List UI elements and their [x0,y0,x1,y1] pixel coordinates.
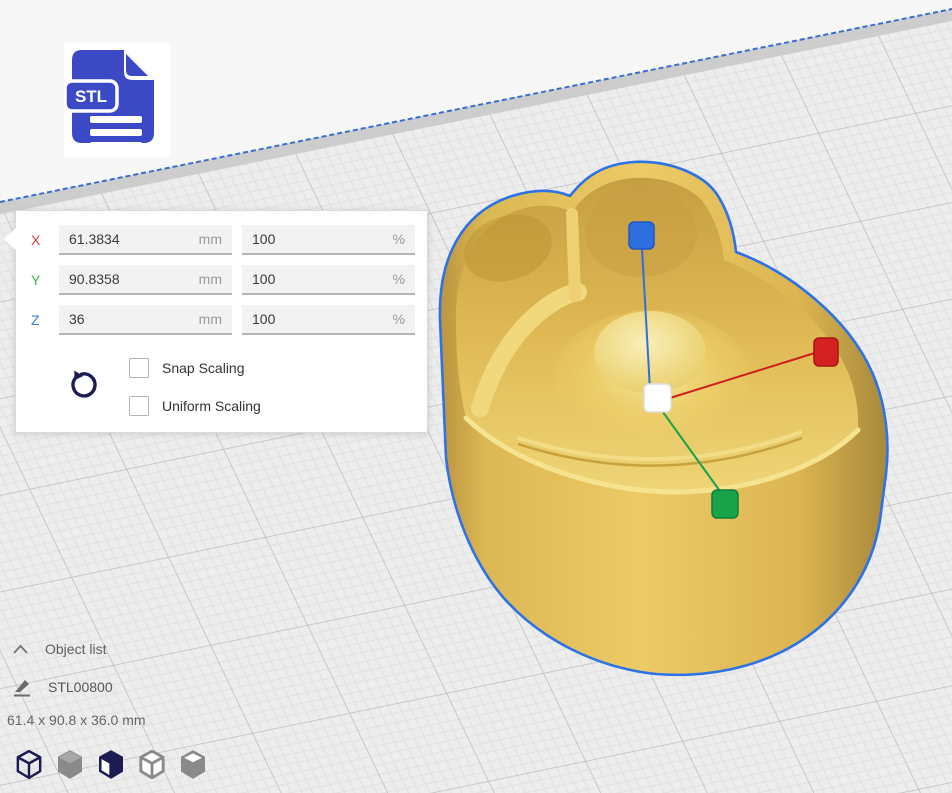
reset-scale-button[interactable] [66,369,98,403]
view-right-button[interactable] [138,750,166,779]
y-size-unit: mm [199,271,222,287]
edit-pencil-icon [12,676,32,698]
y-size-input[interactable]: 90.8358 mm [59,265,232,295]
z-percent-value: 100 [252,311,275,327]
scale-handle-x-icon[interactable] [814,338,838,366]
scale-row-z: Z 36 mm 100 % [31,305,415,335]
view-top-button[interactable] [179,750,207,779]
lobe-divider-wall [572,214,575,296]
scale-handle-y-icon[interactable] [712,490,738,518]
scale-handle-z-icon[interactable] [629,222,654,249]
checkbox-box[interactable] [129,396,149,416]
uniform-scaling-label: Uniform Scaling [162,398,261,414]
z-percent-input[interactable]: 100 % [242,305,415,335]
stl-badge-label: STL [75,87,107,106]
application-window: STL X 61.3834 mm 100 % Y 90.8358 mm [0,0,952,793]
object-name: STL00800 [48,679,113,695]
y-percent-value: 100 [252,271,275,287]
view-front-button[interactable] [56,750,84,779]
x-axis-label: X [31,232,49,248]
scale-row-y: Y 90.8358 mm 100 % [31,265,415,295]
cube-solid-icon [56,750,84,779]
y-percent-unit: % [393,271,405,287]
checkbox-box[interactable] [129,358,149,378]
z-percent-unit: % [393,311,405,327]
cube-wireframe-icon [15,750,43,779]
snap-scaling-checkbox[interactable]: Snap Scaling [129,358,245,378]
scale-row-x: X 61.3834 mm 100 % [31,225,415,255]
panel-arrow-notch [4,228,16,250]
uniform-scaling-checkbox[interactable]: Uniform Scaling [129,396,261,416]
x-percent-input[interactable]: 100 % [242,225,415,255]
camera-view-toolbar [15,750,207,779]
x-size-value: 61.3834 [69,231,120,247]
doc-line [90,142,142,149]
x-percent-value: 100 [252,231,275,247]
chevron-up-icon [12,643,29,655]
stl-file-icon: STL [64,43,170,157]
object-list-title: Object list [45,641,106,657]
z-size-input[interactable]: 36 mm [59,305,232,335]
y-percent-input[interactable]: 100 % [242,265,415,295]
object-list-item[interactable]: STL00800 [12,676,113,698]
scale-handle-center-icon[interactable] [644,384,671,412]
z-size-unit: mm [199,311,222,327]
x-percent-unit: % [393,231,405,247]
rotate-ccw-icon [66,369,98,403]
view-left-button[interactable] [97,750,125,779]
y-size-value: 90.8358 [69,271,120,287]
z-size-value: 36 [69,311,85,327]
scale-tool-panel: X 61.3834 mm 100 % Y 90.8358 mm 100 % Z [15,210,428,433]
cube-left-face-icon [97,750,125,779]
snap-scaling-label: Snap Scaling [162,360,245,376]
cube-top-face-icon [179,750,207,779]
x-size-input[interactable]: 61.3834 mm [59,225,232,255]
cube-outline-icon [138,750,166,779]
object-dimensions: 61.4 x 90.8 x 36.0 mm [7,712,146,728]
doc-line [90,129,142,136]
x-size-unit: mm [199,231,222,247]
object-list-header[interactable]: Object list [12,641,106,657]
doc-line [90,116,142,123]
y-axis-label: Y [31,272,49,288]
z-axis-label: Z [31,312,49,328]
view-3d-button[interactable] [15,750,43,779]
